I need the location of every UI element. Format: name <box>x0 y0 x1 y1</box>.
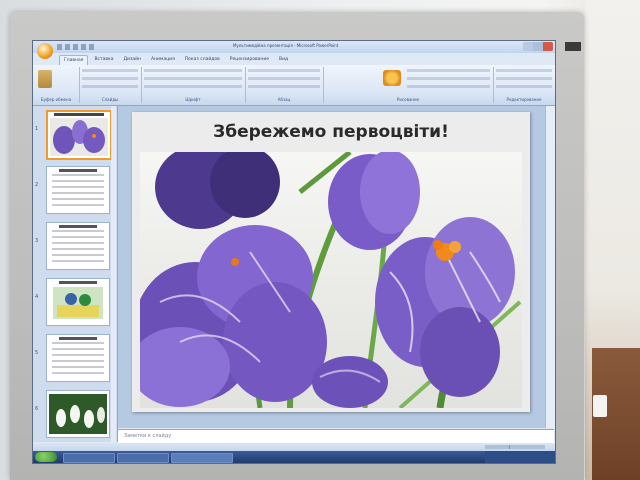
group-label: Редактирование <box>506 97 542 102</box>
tab-review[interactable]: Рецензирование <box>226 55 273 65</box>
zoom-slider[interactable] <box>485 445 545 449</box>
ribbon-group-paragraph[interactable]: Абзац <box>245 67 324 103</box>
slide-title[interactable]: Збережемо первоцвіти! <box>132 122 530 142</box>
thumb-title <box>59 281 97 284</box>
thumb-number: 2 <box>35 182 39 188</box>
system-tray <box>485 451 555 463</box>
group-label: Шрифт <box>185 97 201 102</box>
start-button[interactable] <box>35 452 57 462</box>
thumb-number: 6 <box>35 406 39 412</box>
ribbon-group-editing[interactable]: Редактирование <box>493 67 555 103</box>
thumb-title <box>59 337 97 340</box>
current-slide[interactable]: Збережемо первоцвіти! <box>132 112 530 412</box>
thumb-title <box>59 225 97 228</box>
thumb-number: 3 <box>35 238 39 244</box>
ribbon-group-drawing[interactable]: Рисование <box>323 67 494 103</box>
slide-thumbnail-6[interactable] <box>46 390 110 438</box>
screen: Мультимедійна презентація - Microsoft Po… <box>32 40 556 464</box>
tab-design[interactable]: Дизайн <box>120 55 145 65</box>
slide-thumbnail-1[interactable] <box>46 110 112 160</box>
taskbar-item[interactable] <box>117 453 169 463</box>
thumb-number: 5 <box>35 350 39 356</box>
window-title: Мультимедійна презентація - Microsoft Po… <box>233 43 339 48</box>
wall-outlet <box>593 395 607 417</box>
monitor-badge <box>565 42 581 51</box>
title-bar: Мультимедійна презентація - Microsoft Po… <box>33 41 555 53</box>
group-label: Рисование <box>396 97 420 102</box>
group-label: Слайды <box>101 97 119 102</box>
slides-pane: 1 2 3 4 5 6 <box>33 106 118 442</box>
thumb-title <box>54 113 104 116</box>
paste-icon[interactable] <box>38 70 52 88</box>
taskbar-item-powerpoint[interactable] <box>171 453 233 463</box>
tab-slideshow[interactable]: Показ слайдов <box>181 55 224 65</box>
slide-thumbnail-3[interactable] <box>46 222 110 270</box>
group-label: Буфер обмена <box>40 97 72 102</box>
editing-commands[interactable] <box>496 69 552 93</box>
thumb-title <box>59 169 97 172</box>
status-bar <box>33 443 555 451</box>
tab-view[interactable]: Вид <box>275 55 292 65</box>
ribbon-tabs: Главная Вставка Дизайн Анимация Показ сл… <box>59 55 292 65</box>
thumb-number: 4 <box>35 294 39 300</box>
slide-thumbnail-2[interactable] <box>46 166 110 214</box>
crocus-thumbnail-icon <box>50 118 108 156</box>
ribbon-group-clipboard[interactable]: Буфер обмена <box>33 67 80 103</box>
crocus-photo[interactable] <box>132 145 522 410</box>
thumb-text <box>52 230 104 263</box>
notes-pane[interactable]: Заметки к слайду <box>118 429 554 443</box>
thumb-number: 1 <box>35 126 39 132</box>
ribbon-group-slides[interactable]: Слайды <box>79 67 142 103</box>
font-commands[interactable] <box>144 69 242 93</box>
photo-thumbnail-icon <box>53 287 103 319</box>
window-controls[interactable] <box>523 42 553 51</box>
tab-insert[interactable]: Вставка <box>90 55 117 65</box>
snowdrop-thumbnail-icon <box>49 394 107 434</box>
slides-pane-scrollbar[interactable] <box>111 106 116 442</box>
tab-home[interactable]: Главная <box>59 55 89 65</box>
shapes-icon[interactable] <box>383 70 401 86</box>
thumb-text <box>52 174 104 207</box>
thumb-text <box>52 342 104 375</box>
slide-editing-area: Збережемо первоцвіти! <box>118 106 546 428</box>
quick-access-toolbar[interactable] <box>57 44 97 50</box>
paragraph-commands[interactable] <box>248 69 320 93</box>
group-label: Абзац <box>277 97 291 102</box>
drawing-commands[interactable] <box>407 69 490 93</box>
slide-thumbnail-4[interactable] <box>46 278 110 326</box>
slide-thumbnail-5[interactable] <box>46 334 110 382</box>
notes-placeholder: Заметки к слайду <box>124 433 172 439</box>
ribbon-group-font[interactable]: Шрифт <box>141 67 246 103</box>
crocus-flowers-image <box>132 145 522 410</box>
ribbon: Буфер обмена Слайды Шрифт Абзац Рисовани… <box>33 65 555 106</box>
office-button-icon[interactable] <box>37 43 53 59</box>
slide-scrollbar[interactable] <box>545 106 555 428</box>
taskbar-item[interactable] <box>63 453 115 463</box>
slides-commands[interactable] <box>82 69 138 93</box>
tab-animation[interactable]: Анимация <box>147 55 179 65</box>
taskbar <box>33 451 555 463</box>
